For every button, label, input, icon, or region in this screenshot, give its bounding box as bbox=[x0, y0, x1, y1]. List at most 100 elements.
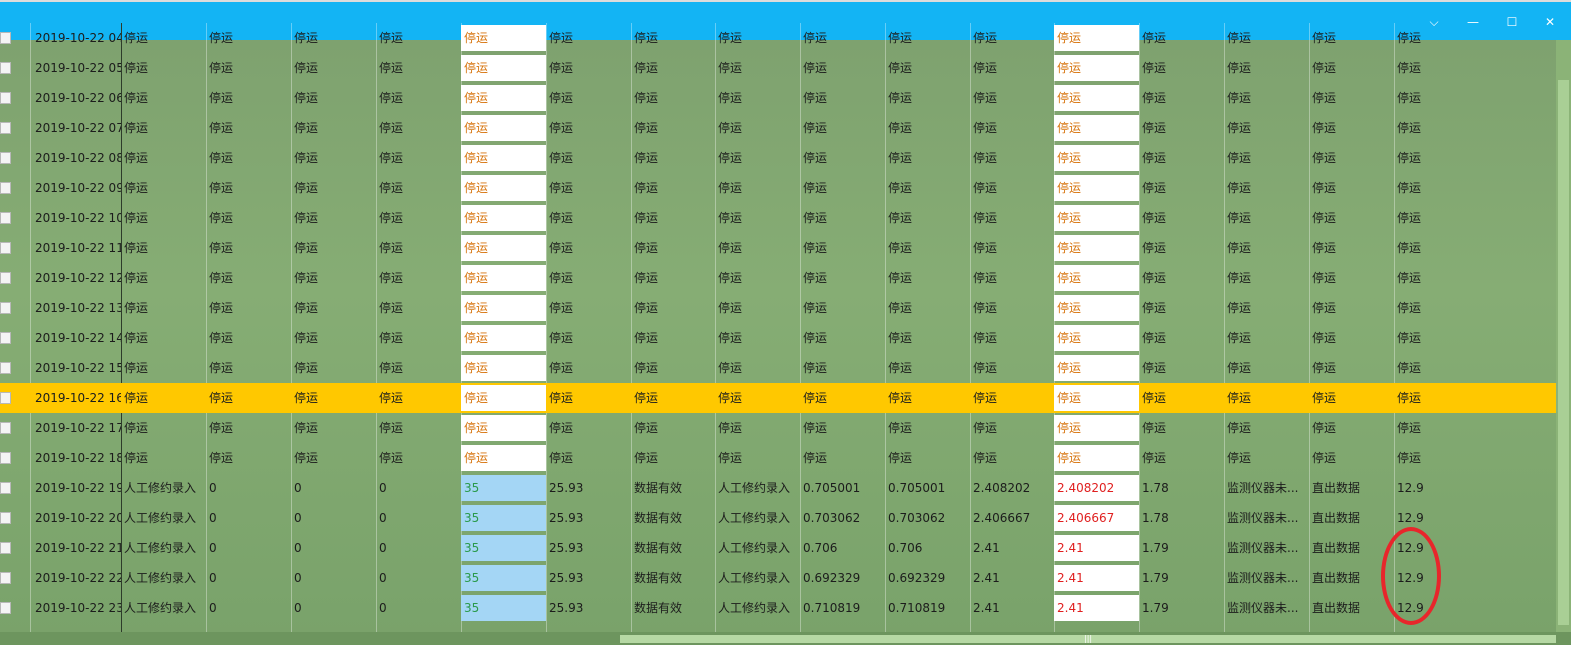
table-cell[interactable]: 停运 bbox=[715, 413, 800, 443]
table-cell[interactable]: 停运 bbox=[1394, 443, 1479, 473]
table-row[interactable]: 2019-10-22 08 停运 停运 停运 停运 停运 停运 停运 停运 停运 停运 停运 停运 停运停… bbox=[0, 143, 1556, 173]
time-cell[interactable]: 2019-10-22 17 bbox=[32, 413, 121, 443]
table-cell[interactable]: 停运 bbox=[121, 383, 206, 413]
time-cell[interactable]: 2019-10-22 21 bbox=[32, 533, 121, 563]
table-cell[interactable]: 停运 bbox=[1309, 263, 1394, 293]
table-cell[interactable]: 停运 bbox=[631, 383, 715, 413]
table-cell[interactable]: 停运 bbox=[631, 203, 715, 233]
table-cell[interactable]: 直出数据 bbox=[1309, 593, 1394, 623]
table-cell[interactable]: 停运 bbox=[1054, 205, 1139, 231]
table-cell[interactable]: 停运 bbox=[1054, 355, 1139, 381]
table-row[interactable]: 2019-10-22 11 停运 停运 停运 停运 停运 停运 停运 停运 停运 停运 停运 停运 停运停… bbox=[0, 233, 1556, 263]
table-cell[interactable]: 人工修约录入 bbox=[715, 533, 800, 563]
horizontal-scrollbar[interactable]: ||| bbox=[0, 632, 1571, 645]
table-cell[interactable]: 停运 bbox=[461, 445, 546, 471]
table-cell[interactable]: 35 bbox=[461, 475, 546, 501]
table-cell[interactable]: 停运 bbox=[885, 263, 970, 293]
table-cell[interactable]: 监测仪器未... bbox=[1224, 533, 1309, 563]
table-cell[interactable]: 停运 bbox=[1139, 353, 1224, 383]
table-cell[interactable]: 停运 bbox=[206, 413, 291, 443]
row-checkbox[interactable] bbox=[0, 32, 11, 44]
table-cell[interactable]: 停运 bbox=[1139, 383, 1224, 413]
table-cell[interactable]: 停运 bbox=[800, 173, 885, 203]
table-cell[interactable]: 停运 bbox=[970, 293, 1054, 323]
table-cell[interactable]: 停运 bbox=[1394, 53, 1479, 83]
table-cell[interactable]: 停运 bbox=[121, 353, 206, 383]
table-cell[interactable]: 2.41 bbox=[970, 593, 1054, 623]
table-cell[interactable]: 停运 bbox=[1309, 143, 1394, 173]
table-cell[interactable]: 监测仪器未... bbox=[1224, 473, 1309, 503]
table-cell[interactable]: 停运 bbox=[461, 415, 546, 441]
row-checkbox[interactable] bbox=[0, 482, 11, 494]
table-cell[interactable]: 2.41 bbox=[1054, 565, 1139, 591]
table-cell[interactable]: 停运 bbox=[291, 443, 376, 473]
table-cell[interactable]: 停运 bbox=[631, 53, 715, 83]
table-row[interactable]: 2019-10-22 09 停运 停运 停运 停运 停运 停运 停运 停运 停运 停运 停运 停运 停运停… bbox=[0, 173, 1556, 203]
table-cell[interactable]: 0 bbox=[206, 533, 291, 563]
table-cell[interactable]: 0 bbox=[291, 503, 376, 533]
table-cell[interactable]: 停运 bbox=[121, 173, 206, 203]
table-cell[interactable]: 停运 bbox=[546, 353, 631, 383]
table-cell[interactable]: 停运 bbox=[715, 203, 800, 233]
table-cell[interactable]: 停运 bbox=[800, 233, 885, 263]
table-cell[interactable]: 停运 bbox=[546, 83, 631, 113]
table-cell[interactable]: 停运 bbox=[970, 443, 1054, 473]
vertical-scrollbar[interactable] bbox=[1556, 40, 1571, 635]
table-cell[interactable]: 停运 bbox=[546, 143, 631, 173]
table-cell[interactable]: 2.41 bbox=[1054, 595, 1139, 621]
table-cell[interactable]: 停运 bbox=[1394, 323, 1479, 353]
table-cell[interactable]: 停运 bbox=[885, 23, 970, 53]
table-cell[interactable]: 停运 bbox=[631, 263, 715, 293]
table-cell[interactable]: 停运 bbox=[970, 83, 1054, 113]
table-cell[interactable]: 停运 bbox=[885, 353, 970, 383]
table-row[interactable]: 2019-10-22 07 停运 停运 停运 停运 停运 停运 停运 停运 停运 停运 停运 停运 停运停… bbox=[0, 113, 1556, 143]
table-cell[interactable]: 监测仪器未... bbox=[1224, 593, 1309, 623]
vertical-scroll-thumb[interactable] bbox=[1558, 80, 1569, 625]
table-cell[interactable]: 0 bbox=[291, 593, 376, 623]
table-cell[interactable]: 停运 bbox=[1309, 113, 1394, 143]
time-cell[interactable]: 2019-10-22 08 bbox=[32, 143, 121, 173]
table-cell[interactable]: 2.408202 bbox=[970, 473, 1054, 503]
table-cell[interactable]: 停运 bbox=[1054, 235, 1139, 261]
table-cell[interactable]: 停运 bbox=[376, 443, 461, 473]
table-cell[interactable]: 停运 bbox=[1394, 353, 1479, 383]
table-cell[interactable]: 停运 bbox=[800, 263, 885, 293]
table-cell[interactable]: 35 bbox=[461, 505, 546, 531]
table-cell[interactable]: 停运 bbox=[970, 383, 1054, 413]
table-cell[interactable]: 停运 bbox=[546, 203, 631, 233]
table-cell[interactable]: 停运 bbox=[461, 205, 546, 231]
time-cell[interactable]: 2019-10-22 16 bbox=[32, 383, 121, 413]
table-cell[interactable]: 停运 bbox=[885, 53, 970, 83]
time-cell[interactable]: 2019-10-22 18 bbox=[32, 443, 121, 473]
table-cell[interactable]: 0 bbox=[376, 503, 461, 533]
table-cell[interactable]: 0.692329 bbox=[800, 563, 885, 593]
table-cell[interactable]: 停运 bbox=[1394, 173, 1479, 203]
table-cell[interactable]: 停运 bbox=[291, 413, 376, 443]
table-cell[interactable]: 停运 bbox=[970, 263, 1054, 293]
table-row[interactable]: 2019-10-22 16 停运 停运 停运 停运 停运 停运 停运 停运 停运 停运 停运 停运 停运停… bbox=[0, 383, 1556, 413]
table-cell[interactable]: 1.79 bbox=[1139, 533, 1224, 563]
row-checkbox[interactable] bbox=[0, 422, 11, 434]
time-cell[interactable]: 2019-10-22 20 bbox=[32, 503, 121, 533]
table-cell[interactable]: 停运 bbox=[1224, 383, 1309, 413]
row-checkbox[interactable] bbox=[0, 272, 11, 284]
table-cell[interactable]: 停运 bbox=[1139, 83, 1224, 113]
table-cell[interactable]: 停运 bbox=[1394, 263, 1479, 293]
table-cell[interactable]: 停运 bbox=[1054, 145, 1139, 171]
table-cell[interactable]: 2.406667 bbox=[1054, 505, 1139, 531]
table-cell[interactable]: 停运 bbox=[461, 325, 546, 351]
table-cell[interactable]: 停运 bbox=[546, 293, 631, 323]
table-cell[interactable]: 直出数据 bbox=[1309, 473, 1394, 503]
table-cell[interactable]: 停运 bbox=[206, 233, 291, 263]
table-cell[interactable]: 停运 bbox=[1394, 203, 1479, 233]
table-cell[interactable]: 停运 bbox=[206, 173, 291, 203]
table-cell[interactable]: 停运 bbox=[291, 383, 376, 413]
table-cell[interactable]: 停运 bbox=[461, 295, 546, 321]
table-cell[interactable]: 停运 bbox=[546, 53, 631, 83]
table-cell[interactable]: 停运 bbox=[1054, 115, 1139, 141]
table-cell[interactable]: 停运 bbox=[1224, 83, 1309, 113]
table-cell[interactable]: 停运 bbox=[970, 233, 1054, 263]
table-cell[interactable]: 停运 bbox=[376, 323, 461, 353]
table-cell[interactable]: 停运 bbox=[291, 353, 376, 383]
table-cell[interactable]: 人工修约录入 bbox=[715, 473, 800, 503]
